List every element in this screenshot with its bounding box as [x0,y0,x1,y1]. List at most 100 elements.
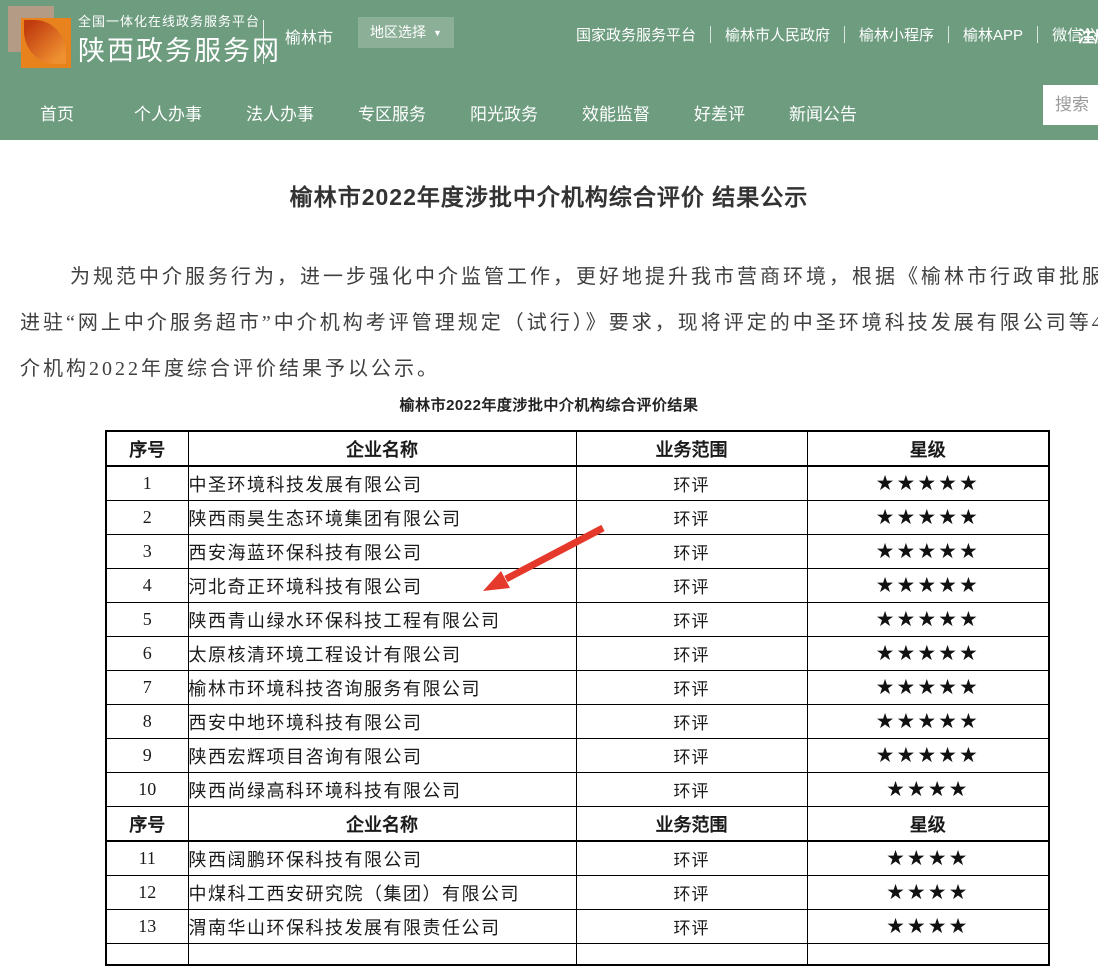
cell-business-scope: 环评 [576,501,807,535]
nav-item[interactable]: 首页 [40,100,74,125]
cell-company-name: 太原核清环境工程设计有限公司 [188,637,576,671]
platform-tagline: 全国一体化在线政务服务平台 [78,11,260,30]
cell-serial-number: 10 [106,773,188,807]
main-nav: 首页 个人办事 法人办事 专区服务 阳光政务 效能监督 好差评 新闻公告 搜索 [0,85,1098,140]
link-separator [1037,26,1038,43]
cell-business-scope: 环评 [576,876,807,910]
site-name: 陕西政务服务网 [78,29,281,68]
table-row: 6太原核清环境工程设计有限公司环评★★★★★ [106,637,1049,671]
table-header-row: 序号企业名称业务范围星级 [106,431,1049,466]
table-row: 13渭南华山环保科技发展有限责任公司环评★★★★ [106,910,1049,944]
cell-star-rating: ★★★★★ [807,466,1049,501]
cell-star-rating: ★★★★★ [807,501,1049,535]
cell-star-rating: ★★★★ [807,773,1049,807]
cell-star-rating: ★★★★★ [807,705,1049,739]
cell-company-name: 榆林市环境科技咨询服务有限公司 [188,671,576,705]
cell-serial-number: 8 [106,705,188,739]
search-input[interactable]: 搜索 [1043,85,1098,125]
header-link[interactable]: 榆林小程序 [859,24,934,45]
page-title: 榆林市2022年度涉批中介机构综合评价 结果公示 [0,140,1098,208]
cell-company-name: 渭南华山环保科技发展有限责任公司 [188,910,576,944]
cell-business-scope: 环评 [576,841,807,876]
nav-item[interactable]: 个人办事 [134,100,202,125]
cell-star-rating: ★★★★ [807,876,1049,910]
nav-item[interactable]: 专区服务 [358,100,426,125]
cell-company-name: 陕西尚绿高科环境科技有限公司 [188,773,576,807]
nav-items: 首页 个人办事 法人办事 专区服务 阳光政务 效能监督 好差评 新闻公告 [0,85,1098,140]
cell-serial-number: 13 [106,910,188,944]
table-row: 12中煤科工西安研究院（集团）有限公司环评★★★★ [106,876,1049,910]
header-link[interactable]: 国家政务服务平台 [576,24,696,45]
table-header-row: 序号企业名称业务范围星级 [106,807,1049,842]
column-header: 星级 [807,431,1049,466]
current-city-label: 榆林市 [285,24,333,48]
column-header: 企业名称 [188,431,576,466]
paragraph-line: 为规范中介服务行为，进一步强化中介监管工作，更好地提升我市营商环境，根据《榆林市… [20,254,1078,300]
cell-serial-number: 1 [106,466,188,501]
cell-business-scope: 环评 [576,535,807,569]
header-link[interactable]: 榆林APP [963,24,1023,45]
announcement-paragraph: 为规范中介服务行为，进一步强化中介监管工作，更好地提升我市营商环境，根据《榆林市… [20,254,1078,392]
site-logo[interactable] [8,6,72,68]
link-separator [710,26,711,43]
chevron-down-icon: ▼ [433,28,442,38]
column-header: 企业名称 [188,807,576,842]
nav-item[interactable]: 效能监督 [582,100,650,125]
table-row: 8西安中地环境科技有限公司环评★★★★★ [106,705,1049,739]
link-separator [844,26,845,43]
cell-business-scope: 环评 [576,671,807,705]
table-caption: 榆林市2022年度涉批中介机构综合评价结果 [0,394,1098,415]
cell-star-rating: ★★★★★ [807,637,1049,671]
header-divider [263,20,264,64]
table-row: 1中圣环境科技发展有限公司环评★★★★★ [106,466,1049,501]
evaluation-table: 序号企业名称业务范围星级1中圣环境科技发展有限公司环评★★★★★2陕西雨昊生态环… [105,430,1050,966]
region-select-label: 地区选择 [370,24,426,40]
cell-serial-number: 11 [106,841,188,876]
table-row: 3西安海蓝环保科技有限公司环评★★★★★ [106,535,1049,569]
cell-star-rating: ★★★★★ [807,671,1049,705]
cell-company-name: 陕西雨昊生态环境集团有限公司 [188,501,576,535]
cell-company-name: 陕西阔鹏环保科技有限公司 [188,841,576,876]
nav-item[interactable]: 阳光政务 [470,100,538,125]
cell-serial-number: 6 [106,637,188,671]
column-header: 序号 [106,807,188,842]
cell-star-rating: ★★★★★ [807,569,1049,603]
cell-star-rating: ★★★★ [807,910,1049,944]
column-header: 序号 [106,431,188,466]
table-row: 4河北奇正环境科技有限公司环评★★★★★ [106,569,1049,603]
paragraph-line: 介机构2022年度综合评价结果予以公示。 [20,346,1078,392]
cell-serial-number: 3 [106,535,188,569]
cell-business-scope: 环评 [576,705,807,739]
cell-business-scope: 环评 [576,603,807,637]
column-header: 业务范围 [576,807,807,842]
header-quick-links: 国家政务服务平台榆林市人民政府榆林小程序榆林APP微信公众号 [576,23,1098,45]
cell-company-name: 河北奇正环境科技有限公司 [188,569,576,603]
header-link[interactable]: 榆林市人民政府 [725,24,830,45]
cell-serial-number: 7 [106,671,188,705]
nav-item[interactable]: 法人办事 [246,100,314,125]
cell-business-scope: 环评 [576,466,807,501]
cell-company-name: 陕西青山绿水环保科技工程有限公司 [188,603,576,637]
cell-business-scope: 环评 [576,637,807,671]
register-link[interactable]: 注册 [1078,23,1098,47]
cell-company-name: 陕西宏辉项目咨询有限公司 [188,739,576,773]
cell-serial-number: 5 [106,603,188,637]
cell-business-scope: 环评 [576,773,807,807]
cell-serial-number: 12 [106,876,188,910]
link-separator [948,26,949,43]
table-row: 2陕西雨昊生态环境集团有限公司环评★★★★★ [106,501,1049,535]
cell-company-name: 中圣环境科技发展有限公司 [188,466,576,501]
nav-item[interactable]: 新闻公告 [789,100,857,125]
table-row: 7榆林市环境科技咨询服务有限公司环评★★★★★ [106,671,1049,705]
cell-star-rating: ★★★★★ [807,739,1049,773]
column-header: 星级 [807,807,1049,842]
table-row: 11陕西阔鹏环保科技有限公司环评★★★★ [106,841,1049,876]
cell-star-rating: ★★★★★ [807,603,1049,637]
region-select-button[interactable]: 地区选择 ▼ [358,17,454,48]
cell-star-rating: ★★★★ [807,841,1049,876]
cell-business-scope: 环评 [576,569,807,603]
logo-front-square [21,18,71,68]
nav-item[interactable]: 好差评 [694,100,745,125]
cell-company-name: 西安中地环境科技有限公司 [188,705,576,739]
cell-business-scope: 环评 [576,910,807,944]
